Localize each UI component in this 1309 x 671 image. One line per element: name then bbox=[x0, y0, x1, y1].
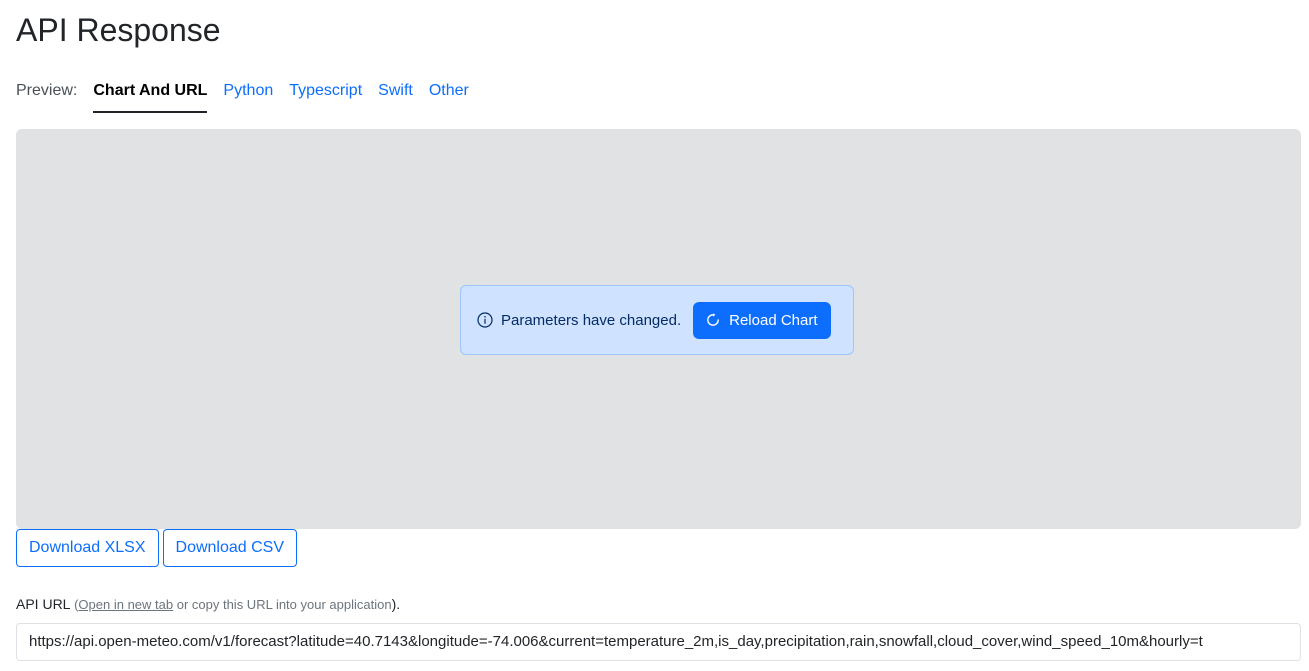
preview-tabs: Preview: Chart And URL Python Typescript… bbox=[16, 78, 485, 114]
tab-swift[interactable]: Swift bbox=[378, 78, 413, 113]
open-in-new-tab-link[interactable]: Open in new tab bbox=[78, 597, 173, 612]
api-url-hint: or copy this URL into your application bbox=[173, 597, 392, 612]
reload-chart-label: Reload Chart bbox=[729, 311, 818, 329]
download-buttons: Download XLSX Download CSV bbox=[16, 529, 298, 567]
api-url-title: API URL bbox=[16, 596, 71, 612]
tab-python[interactable]: Python bbox=[223, 78, 273, 113]
download-xlsx-button[interactable]: Download XLSX bbox=[16, 529, 159, 567]
api-url-field[interactable]: https://api.open-meteo.com/v1/forecast?l… bbox=[16, 623, 1301, 661]
alert-message: Parameters have changed. bbox=[501, 311, 682, 329]
page-title: API Response bbox=[16, 12, 221, 48]
tab-typescript[interactable]: Typescript bbox=[289, 78, 362, 113]
api-url-label: API URL (Open in new tab or copy this UR… bbox=[16, 594, 400, 615]
api-url-close: ). bbox=[391, 596, 401, 612]
download-csv-button[interactable]: Download CSV bbox=[162, 529, 298, 567]
api-response-page: API Response Preview: Chart And URL Pyth… bbox=[0, 0, 1309, 671]
reload-icon bbox=[706, 313, 720, 327]
reload-chart-button[interactable]: Reload Chart bbox=[693, 301, 831, 339]
tab-chart-and-url[interactable]: Chart And URL bbox=[93, 78, 208, 113]
info-icon bbox=[477, 312, 493, 328]
preview-label: Preview: bbox=[16, 82, 78, 99]
parameters-changed-alert: Parameters have changed. Reload Chart bbox=[460, 285, 854, 355]
tab-other[interactable]: Other bbox=[429, 78, 469, 113]
